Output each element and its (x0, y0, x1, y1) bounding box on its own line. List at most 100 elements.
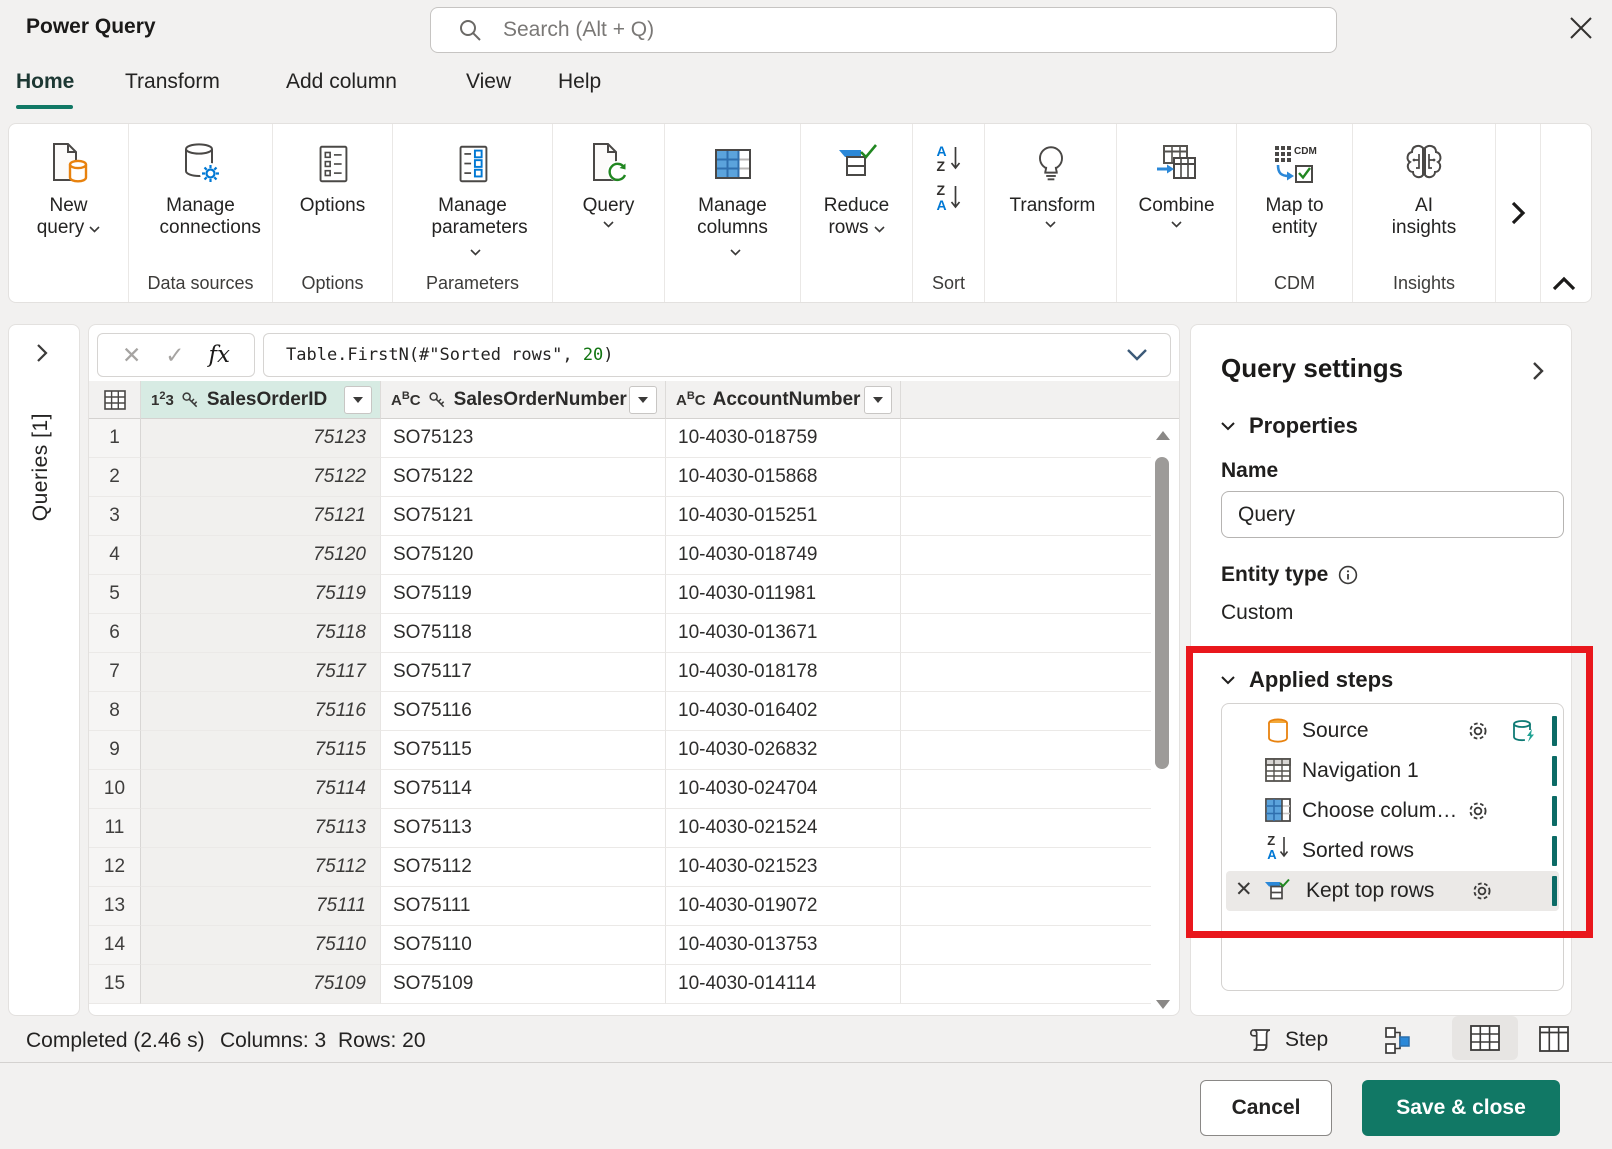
cell-accountnumber[interactable]: 10-4030-015868 (666, 458, 901, 497)
gear-icon[interactable] (1465, 798, 1491, 824)
step-view-button[interactable]: Step (1247, 1026, 1328, 1054)
transform-button[interactable]: Transform (985, 124, 1116, 302)
column-header-salesordernumber[interactable]: ABC SalesOrderNumber (381, 381, 666, 419)
cell-salesorderid[interactable]: 75118 (141, 614, 381, 653)
cell-salesorderid[interactable]: 75120 (141, 536, 381, 575)
cell-accountnumber[interactable]: 10-4030-015251 (666, 497, 901, 536)
cell-salesordernumber[interactable]: SO75116 (381, 692, 666, 731)
cell-salesordernumber[interactable]: SO75120 (381, 536, 666, 575)
cell-salesordernumber[interactable]: SO75115 (381, 731, 666, 770)
cell-accountnumber[interactable]: 10-4030-018178 (666, 653, 901, 692)
scrollbar-thumb[interactable] (1155, 457, 1169, 769)
tab-add-column[interactable]: Add column (286, 70, 397, 94)
cell-accountnumber[interactable]: 10-4030-026832 (666, 731, 901, 770)
row-number[interactable]: 5 (89, 575, 141, 614)
row-number[interactable]: 7 (89, 653, 141, 692)
formula-commit-icon[interactable]: ✓ (165, 344, 184, 367)
cell-salesorderid[interactable]: 75117 (141, 653, 381, 692)
cell-accountnumber[interactable]: 10-4030-013671 (666, 614, 901, 653)
step-sorted-rows[interactable]: ZA Sorted rows (1222, 831, 1563, 871)
column-filter-button[interactable] (864, 386, 892, 414)
cell-salesorderid[interactable]: 75110 (141, 926, 381, 965)
collapse-ribbon-button[interactable] (1551, 276, 1577, 292)
cell-salesorderid[interactable]: 75122 (141, 458, 381, 497)
row-number[interactable]: 13 (89, 887, 141, 926)
column-filter-button[interactable] (629, 386, 657, 414)
cell-salesorderid[interactable]: 75115 (141, 731, 381, 770)
row-number[interactable]: 8 (89, 692, 141, 731)
row-number[interactable]: 6 (89, 614, 141, 653)
combine-button[interactable]: Combine (1117, 124, 1236, 302)
formula-expand-icon[interactable] (1126, 348, 1148, 361)
cell-accountnumber[interactable]: 10-4030-014114 (666, 965, 901, 1004)
query-button[interactable]: Query (553, 124, 664, 302)
row-number[interactable]: 9 (89, 731, 141, 770)
cell-salesorderid[interactable]: 75116 (141, 692, 381, 731)
sort-descending-button[interactable]: ZA (936, 183, 960, 212)
row-number[interactable]: 15 (89, 965, 141, 1004)
ribbon-more-button[interactable] (1496, 124, 1540, 302)
cell-salesordernumber[interactable]: SO75111 (381, 887, 666, 926)
queries-pane-label[interactable]: Queries [1] (29, 413, 53, 521)
cell-salesordernumber[interactable]: SO75110 (381, 926, 666, 965)
scroll-down-icon[interactable] (1156, 1000, 1170, 1009)
scroll-up-icon[interactable] (1156, 431, 1170, 440)
step-kept-top-rows[interactable]: ✕ Kept top rows (1226, 871, 1559, 911)
gear-icon[interactable] (1469, 878, 1495, 904)
expand-queries-icon[interactable] (35, 343, 49, 363)
row-number[interactable]: 1 (89, 419, 141, 458)
applied-steps-section-header[interactable]: Applied steps (1221, 667, 1393, 693)
new-query-button[interactable]: New query (9, 124, 128, 302)
row-number[interactable]: 10 (89, 770, 141, 809)
step-source[interactable]: Source (1222, 711, 1563, 751)
cell-salesordernumber[interactable]: SO75123 (381, 419, 666, 458)
query-dependencies-icon[interactable] (1383, 1026, 1413, 1056)
cell-accountnumber[interactable]: 10-4030-011981 (666, 575, 901, 614)
data-view-button[interactable] (1452, 1016, 1518, 1060)
manage-columns-button[interactable]: Manage columns (665, 124, 800, 302)
cell-salesordernumber[interactable]: SO75117 (381, 653, 666, 692)
cell-salesordernumber[interactable]: SO75114 (381, 770, 666, 809)
gear-icon[interactable] (1465, 718, 1491, 744)
column-filter-button[interactable] (344, 386, 372, 414)
column-header-salesorderid[interactable]: 123 SalesOrderID (141, 381, 381, 419)
reduce-rows-button[interactable]: Reduce rows (801, 124, 912, 302)
row-number[interactable]: 4 (89, 536, 141, 575)
cell-salesorderid[interactable]: 75112 (141, 848, 381, 887)
data-source-lightning-icon[interactable] (1510, 717, 1538, 745)
info-icon[interactable] (1338, 565, 1358, 585)
cell-accountnumber[interactable]: 10-4030-021524 (666, 809, 901, 848)
row-number[interactable]: 2 (89, 458, 141, 497)
row-number[interactable]: 3 (89, 497, 141, 536)
cell-salesorderid[interactable]: 75121 (141, 497, 381, 536)
cell-accountnumber[interactable]: 10-4030-021523 (666, 848, 901, 887)
cell-accountnumber[interactable]: 10-4030-013753 (666, 926, 901, 965)
cell-salesorderid[interactable]: 75109 (141, 965, 381, 1004)
select-all-corner[interactable] (89, 381, 141, 419)
cell-salesordernumber[interactable]: SO75119 (381, 575, 666, 614)
cancel-button[interactable]: Cancel (1200, 1080, 1332, 1136)
cell-accountnumber[interactable]: 10-4030-018759 (666, 419, 901, 458)
vertical-scrollbar[interactable] (1151, 425, 1175, 1009)
properties-section-header[interactable]: Properties (1221, 413, 1358, 439)
tab-help[interactable]: Help (558, 70, 601, 94)
formula-cancel-icon[interactable]: ✕ (122, 344, 141, 367)
schema-view-icon[interactable] (1538, 1025, 1570, 1053)
cell-accountnumber[interactable]: 10-4030-018749 (666, 536, 901, 575)
delete-step-icon[interactable]: ✕ (1235, 879, 1253, 900)
cell-salesordernumber[interactable]: SO75122 (381, 458, 666, 497)
cell-salesorderid[interactable]: 75119 (141, 575, 381, 614)
cell-salesordernumber[interactable]: SO75121 (381, 497, 666, 536)
cell-salesorderid[interactable]: 75114 (141, 770, 381, 809)
save-and-close-button[interactable]: Save & close (1362, 1080, 1560, 1136)
cell-salesorderid[interactable]: 75111 (141, 887, 381, 926)
row-number[interactable]: 14 (89, 926, 141, 965)
sort-ascending-button[interactable]: AZ (936, 144, 960, 173)
cell-accountnumber[interactable]: 10-4030-019072 (666, 887, 901, 926)
step-navigation[interactable]: Navigation 1 (1222, 751, 1563, 791)
cell-salesordernumber[interactable]: SO75118 (381, 614, 666, 653)
formula-input[interactable]: Table.FirstN(#"Sorted rows", 20) (263, 333, 1171, 377)
row-number[interactable]: 11 (89, 809, 141, 848)
query-name-input[interactable]: Query (1221, 491, 1564, 538)
row-number[interactable]: 12 (89, 848, 141, 887)
